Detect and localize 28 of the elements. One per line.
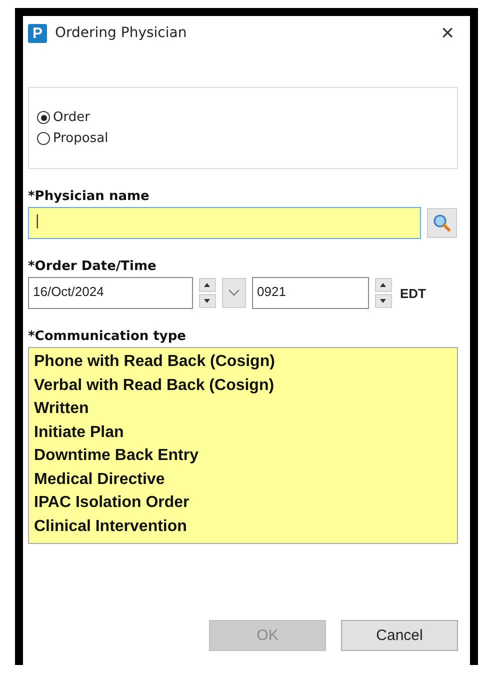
radio-button[interactable] [37,132,50,145]
list-item[interactable]: Initiate Plan [34,420,452,444]
search-icon [432,213,452,233]
radio-button[interactable] [37,111,50,124]
list-item[interactable]: Verbal with Read Back (Cosign) [34,374,452,397]
list-item[interactable]: Medical Directive [34,468,452,491]
time-zone: EDT [400,286,426,300]
list-item[interactable]: Clinical Intervention [34,514,452,538]
close-button[interactable]: × [437,20,458,46]
list-item[interactable]: Downtime Back Entry [34,444,452,468]
time-spinner[interactable] [375,278,392,308]
time-field[interactable]: 0921 [252,277,369,309]
list-item[interactable]: Phone with Read Back (Cosign) [34,350,452,374]
chevron-down-icon [228,289,240,297]
window-title: Ordering Physician [55,25,187,41]
radio-label: Order [53,110,90,125]
search-button[interactable] [427,208,457,238]
field-label: *Physician name [28,189,150,204]
cancel-button[interactable]: Cancel [341,620,458,651]
field-label: *Communication type [28,329,187,344]
list-item[interactable]: IPAC Isolation Order [34,491,452,514]
field-label: *Order Date/Time [28,259,158,274]
list-item[interactable]: Written [34,397,452,420]
app-logo: P [28,24,47,42]
date-spinner[interactable] [199,278,216,308]
radio-label: Proposal [53,131,108,146]
physician-name-field[interactable]: | [28,207,421,239]
date-field[interactable]: 16/Oct/2024 [28,277,193,309]
